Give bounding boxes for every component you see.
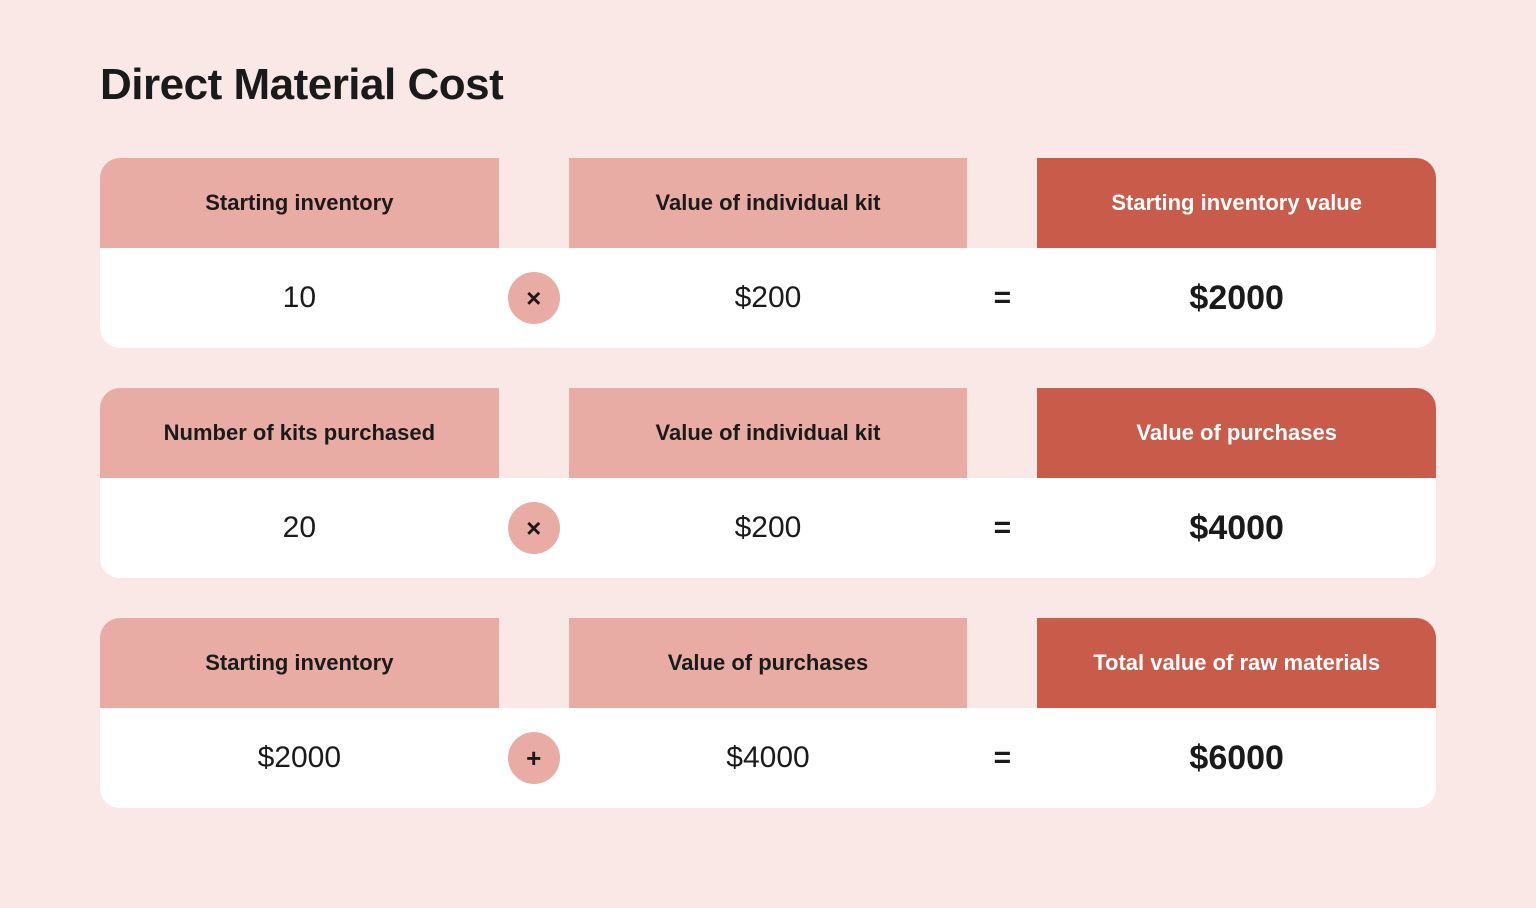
block1-header-eq [967, 158, 1037, 248]
block3-val1: $2000 [100, 741, 499, 775]
block1-label1: Starting inventory [100, 158, 499, 248]
block1-values: 10 × $200 = $2000 [100, 248, 1436, 348]
equation-block-2: Number of kits purchased Value of indivi… [100, 388, 1436, 578]
block2-equals-icon: = [994, 511, 1012, 545]
block3-val3: $6000 [1037, 739, 1436, 778]
equation-block-3: Starting inventory Value of purchases To… [100, 618, 1436, 808]
page-title: Direct Material Cost [100, 60, 1436, 110]
block2-header: Number of kits purchased Value of indivi… [100, 388, 1436, 478]
block2-label1: Number of kits purchased [100, 388, 499, 478]
block2-label3: Value of purchases [1037, 388, 1436, 478]
block2-header-eq [967, 388, 1037, 478]
block3-header: Starting inventory Value of purchases To… [100, 618, 1436, 708]
block3-eq: = [967, 741, 1037, 775]
block2-values: 20 × $200 = $4000 [100, 478, 1436, 578]
block3-header-op [499, 618, 569, 708]
block1-label2: Value of individual kit [569, 158, 968, 248]
block1-label3: Starting inventory value [1037, 158, 1436, 248]
block3-header-eq [967, 618, 1037, 708]
block2-val3: $4000 [1037, 509, 1436, 548]
block2-val1: 20 [100, 511, 499, 545]
block2-multiply-icon: × [508, 502, 560, 554]
block3-label3: Total value of raw materials [1037, 618, 1436, 708]
equation-block-1: Starting inventory Value of individual k… [100, 158, 1436, 348]
block3-label1: Starting inventory [100, 618, 499, 708]
block3-op: + [499, 732, 569, 784]
block2-label2: Value of individual kit [569, 388, 968, 478]
block1-header: Starting inventory Value of individual k… [100, 158, 1436, 248]
block3-equals-icon: = [994, 741, 1012, 775]
block1-op: × [499, 272, 569, 324]
block3-val2: $4000 [569, 741, 968, 775]
block3-label2: Value of purchases [569, 618, 968, 708]
block1-val1: 10 [100, 281, 499, 315]
block1-equals-icon: = [994, 281, 1012, 315]
block2-op: × [499, 502, 569, 554]
block1-eq: = [967, 281, 1037, 315]
block2-eq: = [967, 511, 1037, 545]
block3-plus-icon: + [508, 732, 560, 784]
block1-val2: $200 [569, 281, 968, 315]
block1-multiply-icon: × [508, 272, 560, 324]
block3-values: $2000 + $4000 = $6000 [100, 708, 1436, 808]
block1-val3: $2000 [1037, 279, 1436, 318]
block2-header-op [499, 388, 569, 478]
block1-header-op [499, 158, 569, 248]
block2-val2: $200 [569, 511, 968, 545]
